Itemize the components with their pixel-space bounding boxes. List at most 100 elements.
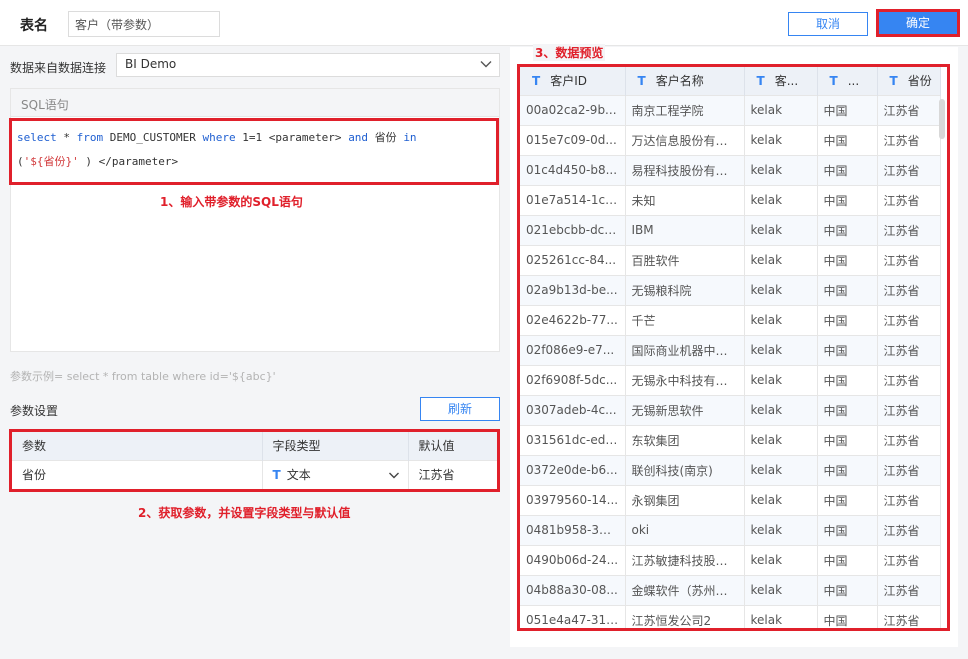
- sql-token: and: [348, 131, 369, 144]
- table-cell: 中国: [817, 604, 878, 628]
- param-name: 省份: [12, 459, 263, 489]
- params-header-default: 默认值: [408, 432, 497, 460]
- table-name-input[interactable]: 客户（带参数）: [68, 11, 220, 37]
- top-bar: 表名 客户（带参数） 取消 确定: [0, 0, 968, 46]
- text-type-icon: T: [829, 73, 838, 88]
- table-cell: kelak: [744, 484, 818, 515]
- table-cell: 中国: [817, 514, 878, 545]
- table-cell: 永钢集团: [625, 484, 745, 515]
- table-cell: kelak: [744, 334, 818, 365]
- sql-token: DEMO_CUSTOMER: [103, 131, 203, 144]
- table-cell: 015e7c09-0d...: [520, 124, 626, 155]
- table-cell: 中国: [817, 544, 878, 575]
- table-cell: 中国: [817, 394, 878, 425]
- refresh-button[interactable]: 刷新: [420, 397, 500, 421]
- table-cell: kelak: [744, 394, 818, 425]
- table-row: 025261cc-84... 百胜软件 kelak 中国 江苏省: [520, 244, 941, 275]
- preview-header-label: ...: [847, 73, 860, 88]
- table-row: 00a02ca2-9b... 南京工程学院 kelak 中国 江苏省: [520, 94, 941, 125]
- table-cell: 江苏省: [877, 304, 941, 335]
- table-cell: 中国: [817, 124, 878, 155]
- cancel-button[interactable]: 取消: [788, 12, 868, 36]
- annotation-step3: 3、数据预览: [533, 44, 606, 61]
- table-cell: kelak: [744, 424, 818, 455]
- table-cell: 金蝶软件（苏州）...: [625, 574, 745, 605]
- table-cell: 万达信息股份有限...: [625, 124, 745, 155]
- table-name-label: 表名: [20, 18, 48, 34]
- preview-header-col3[interactable]: T 客...: [744, 67, 818, 95]
- param-default-input[interactable]: 江苏省: [408, 459, 497, 489]
- preview-table-highlight: T 客户ID T 客户名称 T 客... T... T 省份 00a02ca2-9b..…: [517, 64, 950, 631]
- table-row: 04b88a30-08... 金蝶软件（苏州）... kelak 中国 江苏省: [520, 574, 941, 605]
- table-cell: kelak: [744, 184, 818, 215]
- table-cell: 0481b958-371...: [520, 514, 626, 545]
- table-cell: 中国: [817, 364, 878, 395]
- preview-header-row: T 客户ID T 客户名称 T 客... T... T 省份: [520, 67, 941, 95]
- sql-token: *: [56, 131, 77, 144]
- sql-section-label: SQL语句: [11, 89, 499, 117]
- table-cell: 中国: [817, 424, 878, 455]
- table-cell: kelak: [744, 124, 818, 155]
- connection-value: BI Demo: [125, 57, 177, 71]
- confirm-button-highlight: 确定: [876, 9, 960, 37]
- table-cell: 051e4a47-31b...: [520, 604, 626, 628]
- table-cell: 江苏省: [877, 154, 941, 185]
- table-cell: 0490b06d-24...: [520, 544, 626, 575]
- preview-header-customer-id[interactable]: T 客户ID: [520, 67, 626, 95]
- sql-token: (: [17, 155, 24, 168]
- table-cell: 0372e0de-b6...: [520, 454, 626, 485]
- table-cell: 无锡永中科技有限...: [625, 364, 745, 395]
- preview-scrollbar[interactable]: [939, 99, 945, 139]
- params-header-name: 参数: [12, 432, 263, 460]
- table-cell: kelak: [744, 454, 818, 485]
- table-cell: 中国: [817, 184, 878, 215]
- table-cell: 南京工程学院: [625, 94, 745, 125]
- preview-header-col4[interactable]: T...: [817, 67, 878, 95]
- sql-token: where: [202, 131, 236, 144]
- preview-header-province[interactable]: T 省份: [877, 67, 941, 95]
- param-type-select[interactable]: T 文本: [262, 459, 409, 489]
- preview-header-label: 客户名称: [655, 74, 704, 89]
- table-cell: 031561dc-ed2...: [520, 424, 626, 455]
- sql-token: '${省份}': [23, 155, 79, 168]
- table-cell: 江苏省: [877, 274, 941, 305]
- table-cell: 0307adeb-4c...: [520, 394, 626, 425]
- table-cell: 江苏省: [877, 124, 941, 155]
- table-cell: kelak: [744, 544, 818, 575]
- table-cell: kelak: [744, 214, 818, 245]
- preview-header-customer-name[interactable]: T 客户名称: [625, 67, 745, 95]
- sql-code[interactable]: select * from DEMO_CUSTOMER where 1=1 <p…: [17, 126, 417, 174]
- connection-select[interactable]: BI Demo: [116, 53, 500, 77]
- table-cell: 未知: [625, 184, 745, 215]
- text-type-icon: T: [272, 468, 281, 483]
- table-cell: oki: [625, 514, 745, 545]
- text-type-icon: T: [637, 74, 646, 89]
- table-cell: 中国: [817, 274, 878, 305]
- table-cell: 01e7a514-1c4...: [520, 184, 626, 215]
- sql-token: ) </parameter>: [78, 155, 179, 168]
- preview-header-label: 客...: [774, 74, 799, 89]
- preview-table: T 客户ID T 客户名称 T 客... T... T 省份 00a02ca2-9b..…: [520, 67, 941, 628]
- table-cell: 中国: [817, 454, 878, 485]
- table-cell: 025261cc-84...: [520, 244, 626, 275]
- table-cell: 021ebcbb-dc3...: [520, 214, 626, 245]
- table-cell: 02e4622b-77...: [520, 304, 626, 335]
- confirm-button[interactable]: 确定: [879, 12, 957, 34]
- table-cell: 国际商业机器中国...: [625, 334, 745, 365]
- table-cell: 中国: [817, 304, 878, 335]
- table-cell: kelak: [744, 574, 818, 605]
- table-cell: 江苏恒发公司2: [625, 604, 745, 628]
- preview-header-label: 客户ID: [550, 74, 587, 89]
- table-cell: 江苏省: [877, 454, 941, 485]
- chevron-down-icon: [480, 61, 492, 68]
- table-row: 02f6908f-5dc... 无锡永中科技有限... kelak 中国 江苏省: [520, 364, 941, 395]
- preview-header-label: 省份: [907, 74, 932, 89]
- table-row: 0372e0de-b6... 联创科技(南京) kelak 中国 江苏省: [520, 454, 941, 485]
- table-cell: 江苏省: [877, 214, 941, 245]
- params-header-type: 字段类型: [262, 432, 409, 460]
- table-cell: 中国: [817, 214, 878, 245]
- sql-token: select: [17, 131, 57, 144]
- sql-token: from: [76, 131, 104, 144]
- table-row: 02a9b13d-be... 无锡粮科院 kelak 中国 江苏省: [520, 274, 941, 305]
- table-cell: 百胜软件: [625, 244, 745, 275]
